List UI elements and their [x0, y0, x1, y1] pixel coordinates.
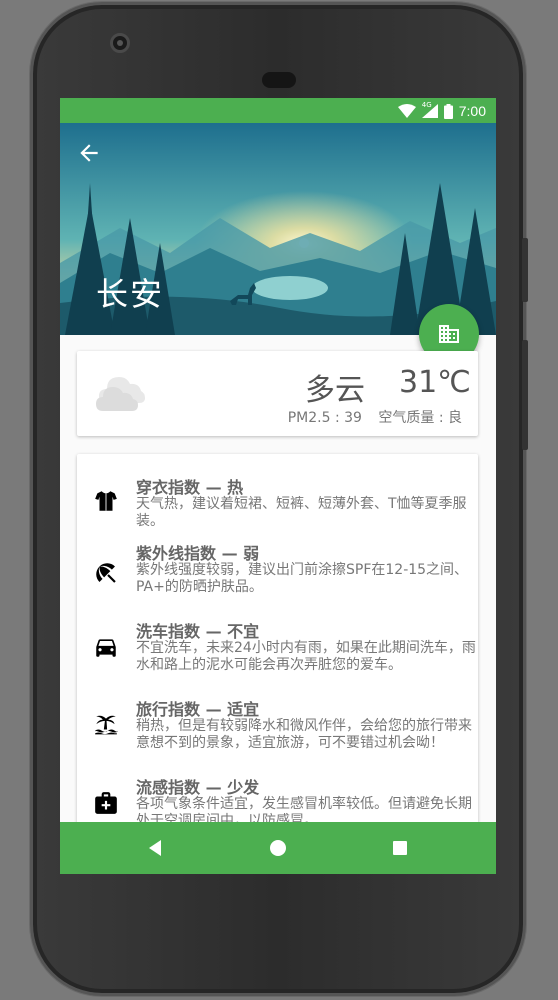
- index-title: 旅行指数 — 适宜: [136, 700, 260, 719]
- volume-button: [522, 340, 528, 450]
- pm25-value: PM2.5 : 39: [287, 410, 362, 426]
- index-title: 洗车指数 — 不宜: [136, 622, 260, 641]
- index-description: 不宜洗车，未来24小时内有雨，如果在此期间洗车，雨水和路上的泥水可能会再次弄脏您…: [136, 640, 476, 673]
- life-index-card: 穿衣指数 — 热 天气热，建议着短裙、短裤、短薄外套、T恤等夏季服装。 紫外线指…: [77, 454, 478, 854]
- back-arrow-icon[interactable]: [76, 140, 102, 166]
- weather-description: 多云: [305, 373, 365, 408]
- medical-kit-icon: [95, 792, 117, 814]
- app-screen: 4G 7:00 长安 多云 31℃ PM2.5: 39 空气质量: 良 穿衣…: [60, 98, 496, 874]
- power-button: [522, 238, 528, 302]
- temperature: 31℃: [399, 365, 471, 400]
- air-quality-value: 空气质量 : 良: [378, 410, 462, 426]
- index-description: 稍热，但是有较弱降水和微风作伴，会给您的旅行带来意想不到的景象，适宜旅游，可不要…: [136, 718, 472, 751]
- index-title: 穿衣指数 — 热: [136, 478, 244, 497]
- index-title: 紫外线指数 — 弱: [136, 544, 260, 563]
- index-description: 天气热，建议着短裙、短裤、短薄外套、T恤等夏季服装。: [136, 496, 467, 529]
- front-camera: [110, 33, 130, 53]
- car-icon: [96, 639, 116, 657]
- status-bar: 4G 7:00: [60, 98, 496, 123]
- nav-home-icon[interactable]: [266, 836, 290, 860]
- battery-icon: [443, 103, 453, 119]
- shirt-icon: [95, 491, 117, 511]
- umbrella-beach-icon: [96, 563, 116, 583]
- earpiece-speaker: [262, 72, 296, 88]
- wifi-icon: [397, 104, 416, 118]
- index-title: 流感指数 — 少发: [136, 778, 260, 797]
- nav-back-icon[interactable]: [144, 836, 168, 860]
- system-navigation-bar: [60, 822, 496, 874]
- building-icon: [439, 325, 459, 343]
- header-banner: 长安: [60, 123, 496, 335]
- index-description: 紫外线强度较弱，建议出门前涂擦SPF在12-15之间、PA+的防晒护肤品。: [136, 562, 469, 595]
- city-title: 长安: [96, 275, 165, 313]
- signal-icon: 4G: [421, 101, 438, 118]
- weather-card: 多云 31℃ PM2.5 : 39 空气质量 : 良: [77, 351, 478, 436]
- air-quality-line: PM2.5 : 39 空气质量 : 良: [282, 407, 462, 427]
- nav-recents-icon[interactable]: [388, 836, 412, 860]
- status-time: 7:00: [458, 103, 486, 119]
- cloudy-icon: [96, 377, 145, 411]
- network-type-label: 4G: [421, 101, 432, 109]
- palm-tree-icon: [95, 715, 118, 735]
